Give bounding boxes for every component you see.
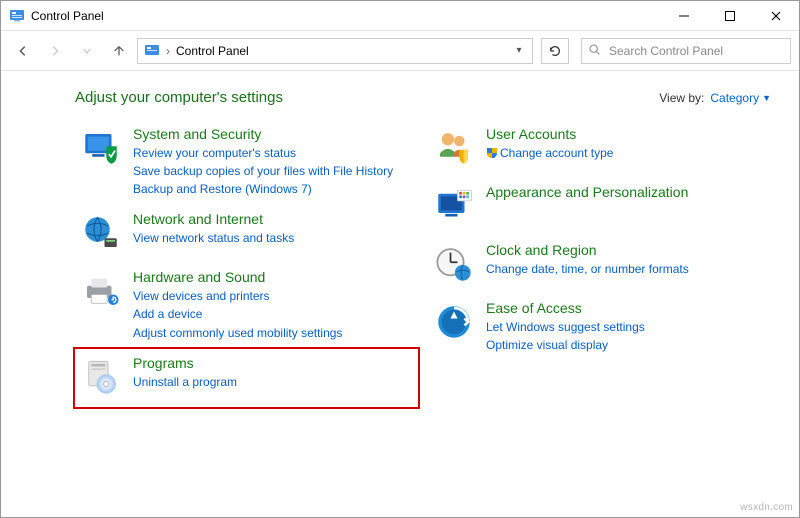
minimize-button[interactable] bbox=[661, 1, 707, 31]
close-button[interactable] bbox=[753, 1, 799, 31]
ease-of-access-icon bbox=[432, 300, 476, 344]
control-panel-icon bbox=[9, 8, 25, 24]
task-link[interactable]: View devices and printers bbox=[133, 288, 342, 304]
category-link[interactable]: Programs bbox=[133, 355, 237, 372]
globe-network-icon bbox=[79, 211, 123, 255]
refresh-button[interactable] bbox=[541, 38, 569, 64]
category-network-internet: Network and Internet View network status… bbox=[75, 205, 418, 263]
printer-hardware-icon bbox=[79, 269, 123, 313]
clock-region-icon bbox=[432, 242, 476, 286]
control-panel-icon bbox=[144, 43, 160, 59]
category-link[interactable]: System and Security bbox=[133, 126, 393, 143]
category-hardware-sound: Hardware and Sound View devices and prin… bbox=[75, 263, 418, 348]
search-box[interactable] bbox=[581, 38, 791, 64]
appearance-monitor-icon bbox=[432, 184, 476, 228]
shield-badge-icon bbox=[486, 147, 498, 163]
forward-button[interactable] bbox=[41, 37, 69, 65]
task-link[interactable]: Review your computer's status bbox=[133, 145, 393, 161]
task-link[interactable]: Save backup copies of your files with Fi… bbox=[133, 163, 393, 179]
recent-locations-dropdown[interactable] bbox=[73, 37, 101, 65]
programs-cd-icon bbox=[79, 355, 123, 399]
task-link[interactable]: Let Windows suggest settings bbox=[486, 319, 645, 335]
category-system-security: System and Security Review your computer… bbox=[75, 120, 418, 205]
task-link[interactable]: View network status and tasks bbox=[133, 230, 294, 246]
search-input[interactable] bbox=[607, 43, 784, 59]
window-title: Control Panel bbox=[31, 9, 104, 23]
category-user-accounts: User Accounts Change account type bbox=[428, 120, 771, 178]
shield-monitor-icon bbox=[79, 126, 123, 170]
task-link[interactable]: Optimize visual display bbox=[486, 337, 645, 353]
breadcrumb[interactable]: Control Panel bbox=[176, 44, 249, 58]
up-button[interactable] bbox=[105, 37, 133, 65]
category-link[interactable]: Hardware and Sound bbox=[133, 269, 342, 286]
user-accounts-icon bbox=[432, 126, 476, 170]
view-by-dropdown[interactable]: Category ▼ bbox=[710, 91, 771, 105]
back-button[interactable] bbox=[9, 37, 37, 65]
search-icon bbox=[588, 43, 601, 59]
view-by-control: View by: Category ▼ bbox=[659, 91, 771, 105]
titlebar: Control Panel bbox=[1, 1, 799, 31]
watermark: wsxdn.com bbox=[740, 502, 793, 513]
category-link[interactable]: Network and Internet bbox=[133, 211, 294, 228]
address-history-dropdown[interactable]: ▾ bbox=[512, 45, 526, 56]
content-area: Adjust your computer's settings View by:… bbox=[1, 71, 799, 407]
task-link[interactable]: Backup and Restore (Windows 7) bbox=[133, 181, 393, 197]
address-bar[interactable]: › Control Panel ▾ bbox=[137, 38, 533, 64]
view-by-label: View by: bbox=[659, 91, 704, 105]
category-ease-of-access: Ease of Access Let Windows suggest setti… bbox=[428, 294, 771, 361]
task-link[interactable]: Change date, time, or number formats bbox=[486, 261, 689, 277]
navbar: › Control Panel ▾ bbox=[1, 31, 799, 71]
category-link[interactable]: Ease of Access bbox=[486, 300, 645, 317]
category-link[interactable]: Clock and Region bbox=[486, 242, 689, 259]
category-appearance-personalization: Appearance and Personalization bbox=[428, 178, 771, 236]
task-link[interactable]: Adjust commonly used mobility settings bbox=[133, 325, 342, 341]
category-link[interactable]: User Accounts bbox=[486, 126, 613, 143]
task-link[interactable]: Change account type bbox=[486, 145, 613, 163]
task-link[interactable]: Add a device bbox=[133, 306, 342, 322]
task-link[interactable]: Uninstall a program bbox=[133, 374, 237, 390]
category-link[interactable]: Appearance and Personalization bbox=[486, 184, 688, 201]
chevron-right-icon: › bbox=[166, 44, 170, 58]
page-title: Adjust your computer's settings bbox=[75, 89, 283, 106]
category-programs: Programs Uninstall a program bbox=[75, 349, 418, 407]
maximize-button[interactable] bbox=[707, 1, 753, 31]
chevron-down-icon: ▼ bbox=[762, 93, 771, 103]
category-clock-region: Clock and Region Change date, time, or n… bbox=[428, 236, 771, 294]
